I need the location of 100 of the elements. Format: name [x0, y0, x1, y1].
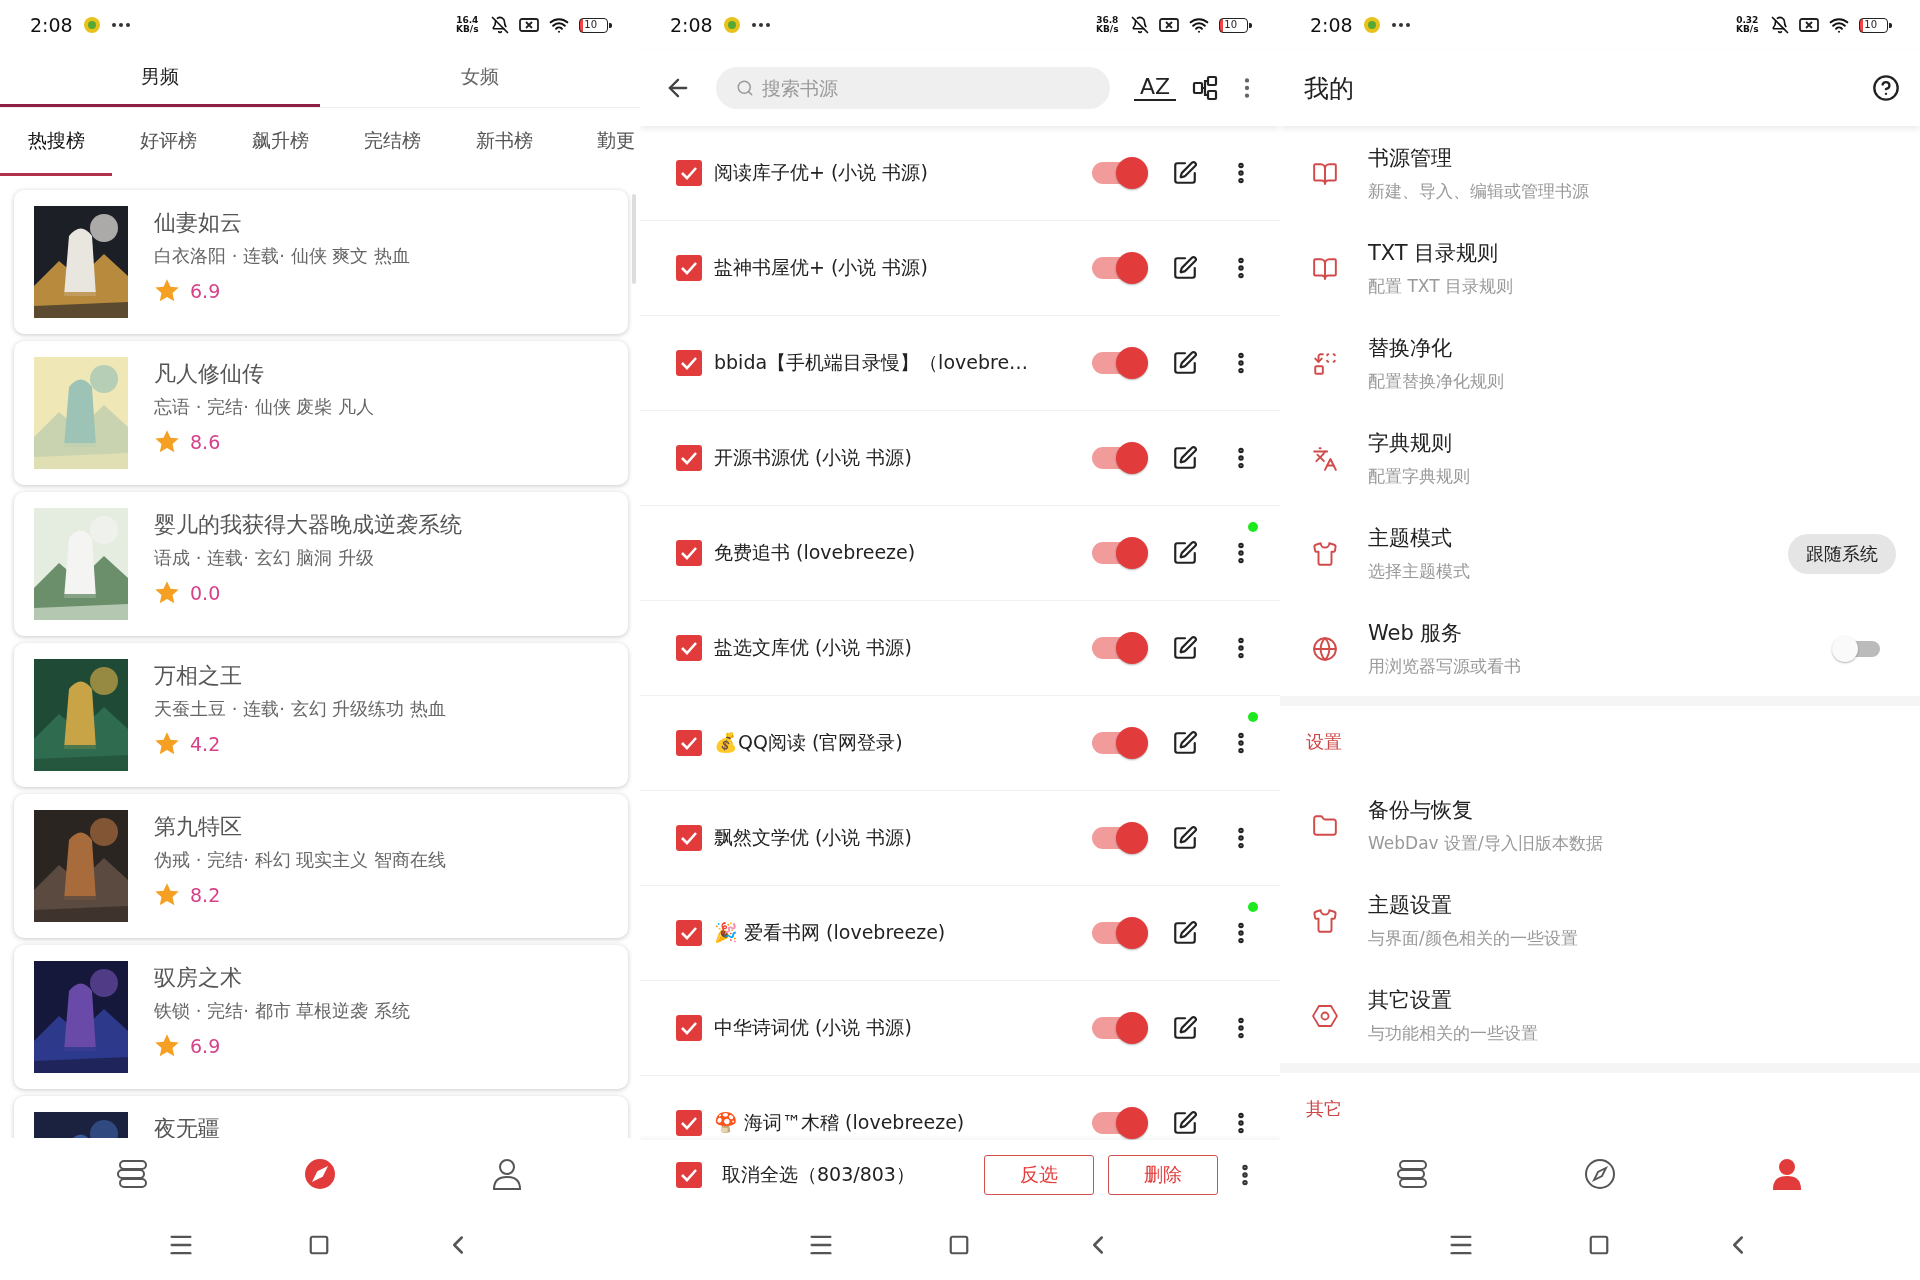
mute-icon	[1771, 16, 1790, 34]
book-meta: 白衣洛阳 · 连载· 仙侠 爽文 热血	[154, 244, 411, 268]
book-card[interactable]: 仙妻如云 白衣洛阳 · 连载· 仙侠 爽文 热血 6.9	[14, 190, 628, 334]
sort-button[interactable]: AZ	[1133, 74, 1176, 102]
edit-icon[interactable]	[1172, 1015, 1198, 1041]
settings-item[interactable]: 字典规则 配置字典规则	[1280, 411, 1920, 506]
item-title: 替换净化	[1368, 335, 1453, 362]
item-title: Web 服务	[1368, 620, 1464, 647]
checkmark-icon	[680, 926, 698, 940]
enable-switch[interactable]	[1090, 821, 1148, 855]
network-speed: 16.4 KB/s	[455, 16, 480, 34]
book-card[interactable]: 第九特区 伪戒 · 完结· 科幻 现实主义 智商在线 8.2	[14, 794, 628, 938]
settings-item[interactable]: Web 服务 用浏览器写源或看书	[1280, 601, 1920, 696]
enable-switch[interactable]	[1090, 441, 1148, 475]
home-icon[interactable]	[308, 1234, 330, 1256]
enable-switch[interactable]	[1090, 156, 1148, 190]
edit-icon[interactable]	[1172, 730, 1198, 756]
settings-item[interactable]: 其它设置 与功能相关的一些设置	[1280, 968, 1920, 1063]
globe-icon	[1312, 635, 1338, 662]
edit-icon[interactable]	[1172, 1110, 1198, 1136]
enable-switch[interactable]	[1090, 1011, 1148, 1045]
item-title: 主题模式	[1368, 525, 1453, 552]
book-card[interactable]: 夜无疆	[14, 1096, 628, 1138]
book-score: 0.0	[190, 581, 221, 604]
ranking-tab[interactable]: 新书榜	[448, 108, 560, 176]
enable-switch[interactable]	[1090, 536, 1148, 570]
group-icon[interactable]	[1192, 75, 1218, 101]
checkbox[interactable]	[676, 160, 702, 186]
settings-item[interactable]: 替换净化 配置替换净化规则	[1280, 316, 1920, 411]
book-title: 凡人修仙传	[154, 360, 265, 388]
ranking-tab[interactable]: 完结榜	[336, 108, 448, 176]
edit-icon[interactable]	[1172, 825, 1198, 851]
checkbox[interactable]	[676, 350, 702, 376]
checkbox[interactable]	[676, 445, 702, 471]
person-icon[interactable]	[491, 1158, 522, 1190]
star-icon	[154, 882, 180, 907]
checkbox[interactable]	[676, 920, 702, 946]
enable-switch[interactable]	[1090, 251, 1148, 285]
search-field[interactable]: 搜索书源	[716, 67, 1110, 109]
settings-item[interactable]: TXT 目录规则 配置 TXT 目录规则	[1280, 221, 1920, 316]
edit-icon[interactable]	[1172, 920, 1198, 946]
status-time: 2:08	[670, 14, 713, 36]
edit-icon[interactable]	[1172, 445, 1198, 471]
settings-item[interactable]: 主题模式 选择主题模式 跟随系统	[1280, 506, 1920, 601]
select-all-checkbox[interactable]	[676, 1162, 702, 1188]
checkbox[interactable]	[676, 1110, 702, 1136]
translate-icon	[1312, 445, 1338, 472]
book-score: 4.2	[190, 732, 221, 755]
ranking-tab[interactable]: 好评榜	[112, 108, 224, 176]
book-card[interactable]: 万相之王 天蚕土豆 · 连载· 玄幻 升级练功 热血 4.2	[14, 643, 628, 787]
item-title: TXT 目录规则	[1368, 240, 1500, 267]
checkbox[interactable]	[676, 255, 702, 281]
ranking-tab[interactable]: 飙升榜	[224, 108, 336, 176]
checkbox[interactable]	[676, 730, 702, 756]
enable-switch[interactable]	[1090, 631, 1148, 665]
checkbox[interactable]	[676, 1015, 702, 1041]
ranking-tab[interactable]: 勤更	[560, 108, 640, 176]
star-icon	[154, 278, 180, 303]
book-card[interactable]: 驭房之术 铁锁 · 完结· 都市 草根逆袭 系统 6.9	[14, 945, 628, 1089]
web-service-switch[interactable]	[1832, 634, 1882, 663]
item-subtitle: 用浏览器写源或看书	[1368, 655, 1522, 678]
checkbox[interactable]	[676, 540, 702, 566]
checkmark-icon	[680, 261, 698, 275]
settings-item[interactable]: 书源管理 新建、导入、编辑或管理书源	[1280, 126, 1920, 221]
action-button[interactable]: 反选	[984, 1155, 1094, 1195]
wifi-icon	[549, 15, 570, 35]
enable-switch[interactable]	[1090, 726, 1148, 760]
help-icon[interactable]	[1872, 74, 1900, 102]
checkbox[interactable]	[676, 635, 702, 661]
edit-icon[interactable]	[1172, 540, 1198, 566]
checkbox[interactable]	[676, 825, 702, 851]
item-title: 备份与恢复	[1368, 797, 1474, 824]
gender-tab[interactable]: 男频	[0, 50, 320, 107]
enable-switch[interactable]	[1090, 1106, 1148, 1140]
edit-icon[interactable]	[1172, 160, 1198, 186]
home-icon[interactable]	[1588, 1234, 1610, 1256]
ranking-tab[interactable]: 热搜榜	[0, 108, 112, 176]
gender-tab[interactable]: 女频	[320, 50, 640, 107]
home-icon[interactable]	[948, 1234, 970, 1256]
checkmark-icon	[680, 451, 698, 465]
settings-item[interactable]: 备份与恢复 WebDav 设置/导入旧版本数据	[1280, 778, 1920, 873]
compass-icon[interactable]	[304, 1158, 336, 1190]
item-subtitle: 配置替换净化规则	[1368, 370, 1505, 393]
folder-icon	[1312, 812, 1338, 839]
edit-icon[interactable]	[1172, 635, 1198, 661]
person-icon[interactable]	[1771, 1158, 1802, 1190]
edit-icon[interactable]	[1172, 255, 1198, 281]
theme-mode-chip[interactable]: 跟随系统	[1788, 533, 1896, 574]
status-time: 2:08	[1310, 14, 1353, 36]
item-subtitle: 新建、导入、编辑或管理书源	[1368, 180, 1590, 203]
settings-item[interactable]: 主题设置 与界面/颜色相关的一些设置	[1280, 873, 1920, 968]
enable-switch[interactable]	[1090, 916, 1148, 950]
book-meta: 铁锁 · 完结· 都市 草根逆袭 系统	[154, 999, 411, 1023]
edit-icon[interactable]	[1172, 350, 1198, 376]
book-card[interactable]: 凡人修仙传 忘语 · 完结· 仙侠 废柴 凡人 8.6	[14, 341, 628, 485]
enable-switch[interactable]	[1090, 346, 1148, 380]
sim-off-icon	[1159, 17, 1180, 33]
book-card[interactable]: 婴儿的我获得大器晚成逆袭系统 语成 · 连载· 玄幻 脑洞 升级 0.0	[14, 492, 628, 636]
compass-icon[interactable]	[1584, 1158, 1616, 1190]
action-button[interactable]: 删除	[1108, 1155, 1218, 1195]
